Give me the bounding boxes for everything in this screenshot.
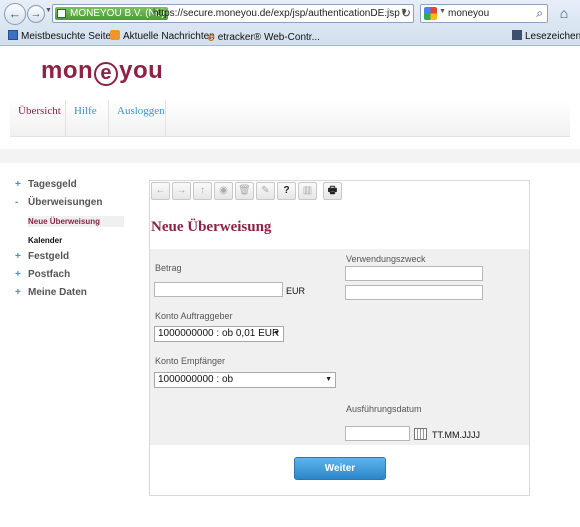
- verwendungszweck-input-1[interactable]: [345, 266, 483, 281]
- arrow-left-icon[interactable]: ←: [151, 182, 170, 200]
- etracker-icon: e: [208, 30, 215, 44]
- tab-ausloggen[interactable]: Ausloggen: [109, 100, 166, 137]
- transfer-form: Betrag EUR Verwendungszweck Konto Auftra…: [150, 249, 529, 445]
- ausfuehrungsdatum-input[interactable]: [345, 426, 410, 441]
- sidebar-subitem-kalender[interactable]: Kalender: [28, 236, 124, 245]
- ausfuehrungsdatum-label: Ausführungsdatum: [346, 404, 422, 414]
- konto-empfaenger-label: Konto Empfänger: [155, 356, 226, 366]
- bookmark-meistbesuchte[interactable]: Meistbesuchte Seiten: [8, 30, 117, 42]
- arrow-up-icon[interactable]: ↑: [193, 182, 212, 200]
- expand-icon: +: [15, 251, 21, 262]
- transfer-panel: ← → ↑ ◉ 🗑 ✎ ? ▥ 🖶 Neue Überweisung Betra…: [149, 180, 530, 496]
- sidebar-item-postfach[interactable]: + Postfach: [15, 269, 70, 280]
- date-format-hint: TT.MM.JJJJ: [432, 430, 480, 440]
- betrag-input[interactable]: [154, 282, 283, 297]
- currency-unit: EUR: [286, 286, 306, 296]
- weiter-button[interactable]: Weiter: [294, 457, 386, 480]
- address-bar[interactable]: MONEYOU B.V. (NL) https://secure.moneyou…: [52, 4, 414, 23]
- page-title: Neue Überweisung: [151, 219, 272, 235]
- bookmarks-toolbar: Meistbesuchte Seiten Aktuelle Nachrichte…: [0, 26, 580, 45]
- url-text[interactable]: https://secure.moneyou.de/exp/jsp/authen…: [153, 8, 400, 19]
- tab-uebersicht[interactable]: Übersicht: [10, 100, 66, 137]
- google-icon[interactable]: [424, 7, 437, 20]
- site-identity-badge[interactable]: MONEYOU B.V. (NL): [55, 7, 168, 20]
- bookmarks-icon: [512, 30, 522, 40]
- top-navigation: Übersicht Hilfe Ausloggen: [10, 100, 570, 137]
- home-icon[interactable]: ⌂: [554, 4, 574, 22]
- expand-icon: +: [15, 179, 21, 190]
- bookmark-etracker[interactable]: e etracker® Web-Contr...: [208, 30, 320, 44]
- chart-icon[interactable]: ▥: [298, 182, 317, 200]
- site-icon: [57, 9, 66, 18]
- bookmark-star-icon[interactable]: ☆: [384, 6, 395, 20]
- expand-icon: +: [15, 287, 21, 298]
- forward-button[interactable]: →: [27, 5, 45, 23]
- history-dropdown-icon[interactable]: ▼: [45, 7, 52, 14]
- konto-auftraggeber-select[interactable]: 1000000000 : ob 0,01 EUR ▼: [154, 326, 284, 342]
- collapse-icon: -: [15, 197, 19, 208]
- search-box[interactable]: ▼ moneyou ⌕: [420, 4, 548, 23]
- moneyou-logo[interactable]: mon e you: [41, 57, 163, 86]
- trash-icon[interactable]: 🗑: [235, 182, 254, 200]
- expand-icon: +: [15, 269, 21, 280]
- tab-hilfe[interactable]: Hilfe: [66, 100, 109, 137]
- verwendungszweck-input-2[interactable]: [345, 285, 483, 300]
- eye-icon[interactable]: ◉: [214, 182, 233, 200]
- sidebar-subitem-neue-ueberweisung[interactable]: Neue Überweisung: [28, 216, 124, 227]
- reload-icon[interactable]: ↻: [398, 5, 414, 21]
- sidebar-item-ueberweisungen[interactable]: - Überweisungen: [15, 197, 102, 208]
- bookmark-nachrichten[interactable]: Aktuelle Nachrichten: [110, 30, 215, 42]
- edit-icon[interactable]: ✎: [256, 182, 275, 200]
- sidebar-item-tagesgeld[interactable]: + Tagesgeld: [15, 179, 77, 190]
- page-icon: [8, 30, 18, 40]
- print-icon[interactable]: 🖶: [323, 182, 342, 200]
- search-engine-dropdown-icon[interactable]: ▼: [439, 8, 446, 15]
- konto-empfaenger-select[interactable]: 1000000000 : ob ▼: [154, 372, 336, 388]
- chevron-down-icon: ▼: [273, 330, 280, 337]
- konto-auftraggeber-value: 1000000000 : ob 0,01 EUR: [158, 328, 280, 339]
- sidebar-item-festgeld[interactable]: + Festgeld: [15, 251, 69, 262]
- search-icon[interactable]: ⌕: [536, 6, 543, 21]
- konto-empfaenger-value: 1000000000 : ob: [158, 374, 234, 385]
- konto-auftraggeber-label: Konto Auftraggeber: [155, 311, 233, 321]
- bookmark-lesezeichen[interactable]: Lesezeichen: [512, 30, 580, 42]
- search-input[interactable]: moneyou: [448, 8, 489, 19]
- verwendungszweck-label: Verwendungszweck: [346, 254, 426, 264]
- sidebar-item-meine-daten[interactable]: + Meine Daten: [15, 287, 87, 298]
- calendar-icon[interactable]: [414, 428, 427, 440]
- arrow-right-icon[interactable]: →: [172, 182, 191, 200]
- rss-icon: [110, 30, 120, 40]
- betrag-label: Betrag: [155, 263, 182, 273]
- logo-ring: e: [94, 62, 119, 86]
- browser-chrome: ← → ▼ MONEYOU B.V. (NL) https://secure.m…: [0, 0, 580, 46]
- chevron-down-icon: ▼: [325, 376, 332, 383]
- site-identity-label: MONEYOU B.V. (NL): [70, 8, 165, 19]
- back-button[interactable]: ←: [4, 3, 26, 25]
- divider-band: [0, 149, 580, 163]
- help-icon[interactable]: ?: [277, 182, 296, 200]
